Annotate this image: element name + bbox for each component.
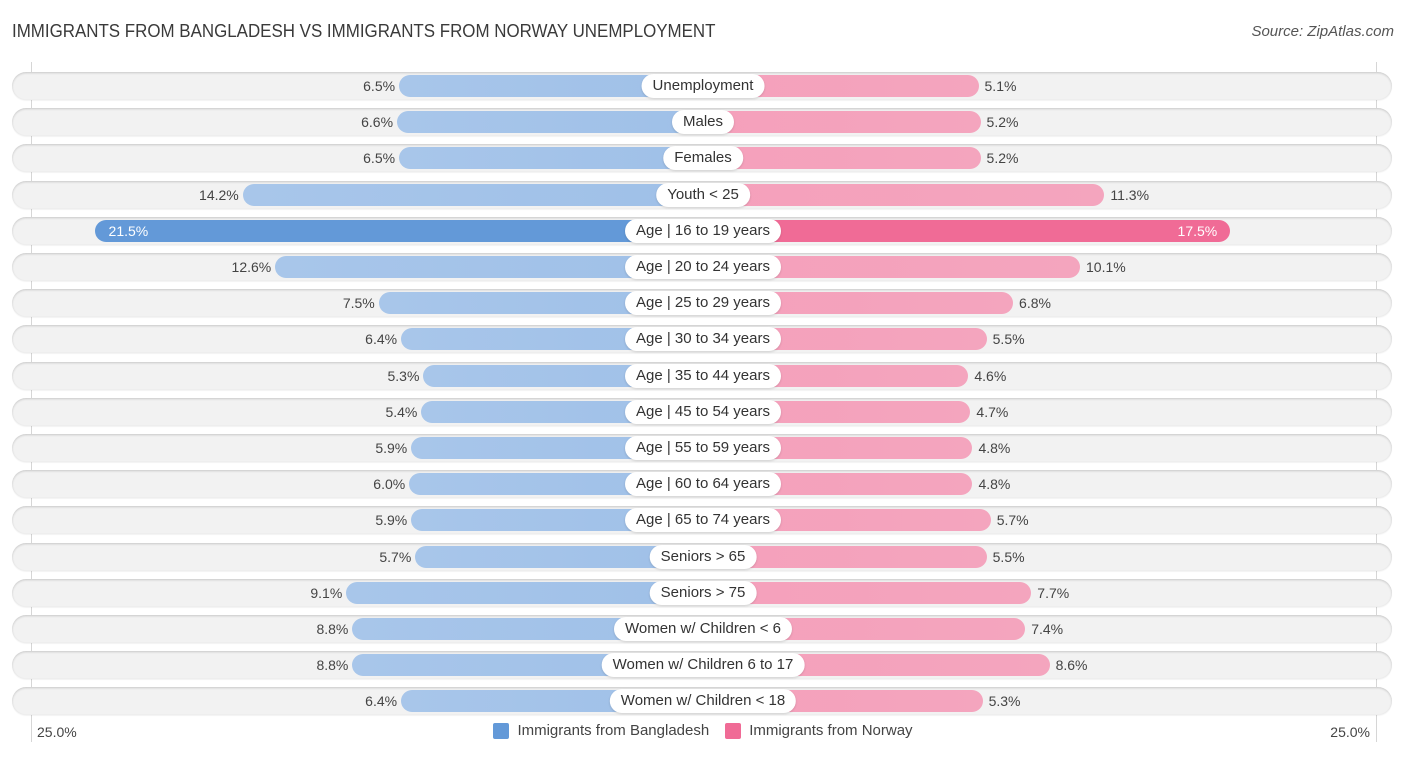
value-label-norway: 8.6% (1055, 657, 1088, 674)
category-label: Age | 25 to 29 years (625, 291, 781, 316)
value-label-norway: 4.6% (974, 367, 1007, 384)
source-label: Source: ZipAtlas.com (1251, 23, 1394, 40)
value-label-norway: 5.2% (986, 150, 1019, 167)
value-label-bangladesh: 5.4% (385, 403, 418, 420)
value-label-norway: 10.1% (1086, 259, 1126, 275)
value-label-norway: 7.7% (1037, 584, 1070, 601)
value-label-bangladesh: 6.4% (365, 693, 398, 710)
value-label-bangladesh: 5.9% (375, 512, 408, 529)
chart-title: IMMIGRANTS FROM BANGLADESH VS IMMIGRANTS… (12, 21, 716, 41)
value-label-bangladesh: 6.5% (363, 150, 396, 167)
value-label-bangladesh: 8.8% (316, 657, 349, 674)
category-label: Youth < 25 (656, 182, 750, 207)
category-label: Unemployment (641, 74, 765, 98)
bar-norway[interactable] (703, 183, 1105, 206)
bar-bangladesh[interactable] (242, 183, 703, 206)
bar-norway[interactable] (703, 147, 981, 170)
legend-swatch-norway (725, 722, 742, 739)
value-label-norway: 5.2% (986, 114, 1019, 131)
bar-norway[interactable] (703, 111, 981, 134)
value-label-norway: 4.7% (976, 403, 1009, 420)
category-label: Seniors > 75 (649, 580, 757, 605)
value-label-norway: 6.8% (1019, 295, 1051, 312)
legend-item-bangladesh[interactable]: Immigrants from Bangladesh (493, 722, 709, 739)
legend-swatch-bangladesh (493, 722, 510, 739)
value-label-norway: 11.3% (1110, 186, 1150, 203)
value-label-bangladesh: 5.9% (375, 440, 408, 456)
bar-bangladesh[interactable] (399, 147, 703, 170)
category-label: Age | 65 to 74 years (625, 508, 781, 533)
bar-bangladesh[interactable] (397, 111, 703, 134)
value-label-bangladesh: 21.5% (108, 222, 149, 239)
value-label-bangladesh: 8.8% (316, 621, 349, 637)
category-label: Seniors > 65 (649, 544, 757, 569)
value-label-bangladesh: 6.5% (363, 78, 396, 94)
category-label: Age | 60 to 64 years (625, 472, 781, 497)
category-label: Women w/ Children < 18 (609, 689, 797, 714)
value-label-bangladesh: 6.6% (361, 114, 394, 131)
value-label-bangladesh: 6.4% (365, 331, 398, 348)
value-label-norway: 4.8% (978, 440, 1011, 456)
value-label-bangladesh: 14.2% (199, 186, 239, 203)
value-label-bangladesh: 7.5% (342, 295, 375, 312)
bar-bangladesh[interactable] (94, 219, 703, 242)
value-label-norway: 5.5% (992, 548, 1025, 565)
bar-norway[interactable] (703, 219, 1231, 242)
value-label-bangladesh: 6.0% (373, 476, 406, 493)
category-label: Males (671, 110, 735, 135)
category-label: Age | 35 to 44 years (625, 363, 781, 388)
value-label-bangladesh: 5.7% (379, 548, 412, 565)
legend-label-norway: Immigrants from Norway (749, 722, 913, 739)
value-label-norway: 5.7% (996, 512, 1029, 529)
category-label: Age | 16 to 19 years (625, 218, 781, 243)
value-label-norway: 7.4% (1031, 621, 1064, 637)
legend: Immigrants from Bangladesh Immigrants fr… (0, 722, 1406, 739)
legend-label-bangladesh: Immigrants from Bangladesh (517, 722, 710, 739)
value-label-bangladesh: 9.1% (310, 584, 343, 601)
category-label: Age | 30 to 34 years (625, 327, 781, 352)
value-label-norway: 4.8% (978, 476, 1011, 493)
category-label: Females (663, 146, 743, 171)
legend-item-norway[interactable]: Immigrants from Norway (725, 722, 913, 739)
category-label: Age | 20 to 24 years (625, 255, 781, 279)
category-label: Age | 45 to 54 years (625, 399, 781, 424)
category-label: Age | 55 to 59 years (625, 436, 781, 460)
value-label-bangladesh: 12.6% (231, 259, 272, 275)
value-label-norway: 5.3% (988, 693, 1021, 710)
value-label-norway: 17.5% (1177, 222, 1218, 239)
value-label-bangladesh: 5.3% (387, 367, 420, 384)
value-label-norway: 5.5% (992, 331, 1025, 348)
category-label: Women w/ Children < 6 (613, 617, 793, 641)
value-label-norway: 5.1% (984, 78, 1017, 94)
category-label: Women w/ Children 6 to 17 (601, 653, 805, 678)
